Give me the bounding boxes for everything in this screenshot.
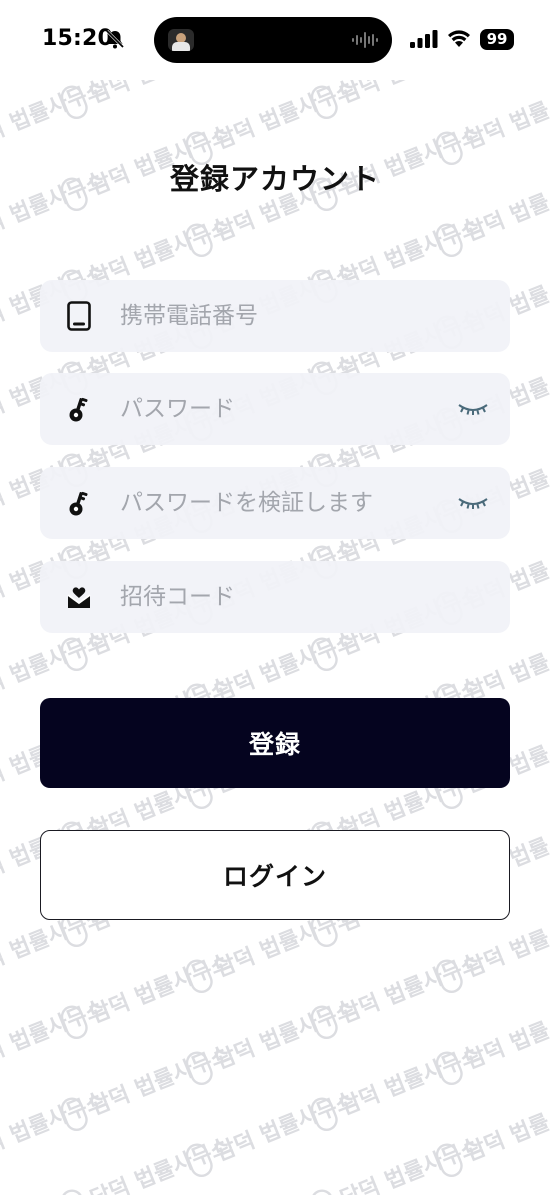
- key-icon: [64, 393, 94, 425]
- login-button[interactable]: ログイン: [40, 830, 510, 920]
- phone-input[interactable]: [120, 280, 440, 352]
- cellular-signal-icon: [410, 30, 438, 48]
- eye-closed-icon[interactable]: [456, 397, 490, 419]
- mail-heart-icon: [64, 581, 94, 613]
- audio-waveform-icon: [352, 32, 378, 48]
- eye-closed-icon[interactable]: [456, 491, 490, 513]
- key-icon: [64, 487, 94, 519]
- now-playing-thumbnail: [168, 29, 194, 51]
- status-time: 15:20: [42, 26, 114, 51]
- bell-slash-icon: [105, 29, 125, 49]
- password-input[interactable]: [120, 373, 440, 445]
- register-button[interactable]: 登録: [40, 698, 510, 788]
- phone-icon: [64, 300, 94, 332]
- register-screen: 登録アカウント 携帯電話番号 招待コード 登録 ログイン: [0, 0, 550, 1195]
- dynamic-island[interactable]: [154, 17, 392, 63]
- confirm-password-input[interactable]: [120, 467, 440, 539]
- invite-code-field[interactable]: [40, 561, 510, 633]
- invite-code-input[interactable]: [120, 561, 440, 633]
- status-bar: 15:20 99: [0, 0, 550, 80]
- wifi-icon: [448, 30, 470, 47]
- confirm-password-field[interactable]: [40, 467, 510, 539]
- page-title: 登録アカウント: [169, 162, 380, 196]
- phone-field[interactable]: [40, 280, 510, 352]
- password-field[interactable]: [40, 373, 510, 445]
- battery-icon: 99: [480, 29, 514, 50]
